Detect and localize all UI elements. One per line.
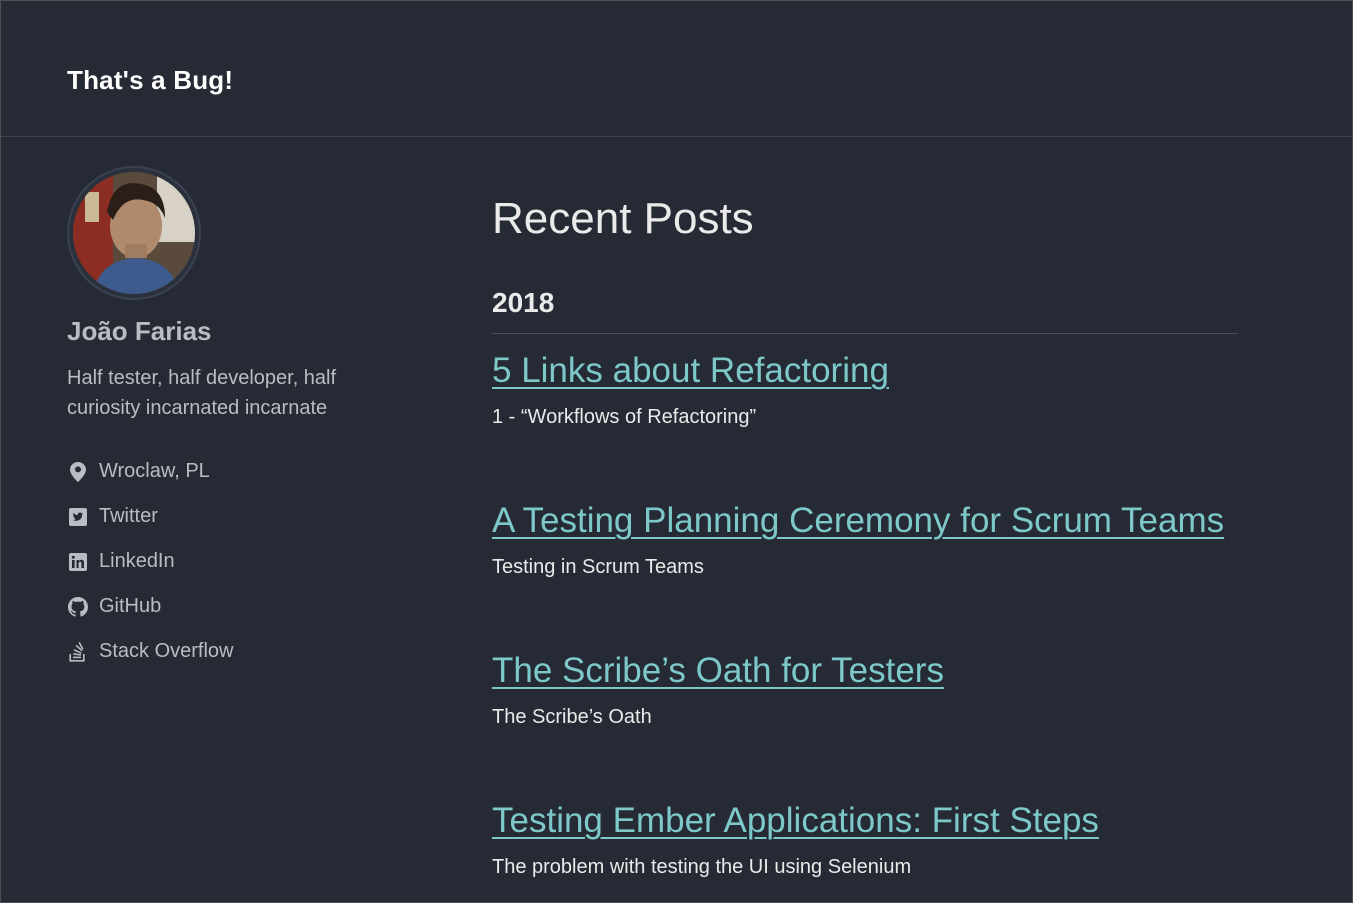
github-icon: [67, 596, 89, 618]
author-sidebar: João Farias Half tester, half developer,…: [67, 166, 387, 674]
github-link[interactable]: GitHub: [99, 595, 161, 618]
author-location: Wroclaw, PL: [67, 449, 387, 494]
post-excerpt: 1 - “Workflows of Refactoring”: [492, 406, 757, 428]
author-link-github[interactable]: GitHub: [67, 584, 387, 629]
avatar-photo: [73, 172, 195, 294]
main-content: Recent Posts 2018 5 Links about Refactor…: [492, 189, 1238, 880]
post-item: The Scribe’s Oath for Testers The Scribe…: [492, 650, 1238, 730]
post-title-link[interactable]: 5 Links about Refactoring: [492, 350, 1238, 392]
author-link-twitter[interactable]: Twitter: [67, 494, 387, 539]
linkedin-link[interactable]: LinkedIn: [99, 550, 175, 573]
stack-overflow-icon: [67, 641, 89, 663]
twitter-link[interactable]: Twitter: [99, 505, 158, 528]
post-item: A Testing Planning Ceremony for Scrum Te…: [492, 500, 1238, 580]
page-title: Recent Posts: [492, 194, 754, 243]
post-title-link[interactable]: The Scribe’s Oath for Testers: [492, 650, 1238, 692]
location-icon: [67, 461, 89, 483]
page-frame: That's a Bug! João Farias Half tester, h…: [0, 0, 1353, 903]
post-title-link[interactable]: Testing Ember Applications: First Steps: [492, 800, 1238, 842]
twitter-icon: [67, 506, 89, 528]
author-location-text: Wroclaw, PL: [99, 460, 210, 482]
author-bio: Half tester, half developer, half curios…: [67, 367, 337, 419]
masthead: That's a Bug!: [1, 1, 1352, 137]
year-heading: 2018: [492, 287, 1238, 334]
post-excerpt: The Scribe’s Oath: [492, 706, 652, 728]
author-links: Wroclaw, PL Twitter LinkedIn GitHub Stac…: [67, 449, 387, 674]
post-title-link[interactable]: A Testing Planning Ceremony for Scrum Te…: [492, 500, 1238, 542]
stack-overflow-link[interactable]: Stack Overflow: [99, 640, 233, 663]
linkedin-icon: [67, 551, 89, 573]
post-excerpt: Testing in Scrum Teams: [492, 556, 704, 578]
author-name: João Farias: [67, 316, 212, 346]
site-title-link[interactable]: That's a Bug!: [67, 65, 233, 96]
author-avatar: [67, 166, 201, 300]
post-item: 5 Links about Refactoring 1 - “Workflows…: [492, 350, 1238, 430]
post-excerpt: The problem with testing the UI using Se…: [492, 856, 912, 878]
post-item: Testing Ember Applications: First Steps …: [492, 800, 1238, 880]
author-link-stack-overflow[interactable]: Stack Overflow: [67, 629, 387, 674]
author-link-linkedin[interactable]: LinkedIn: [67, 539, 387, 584]
